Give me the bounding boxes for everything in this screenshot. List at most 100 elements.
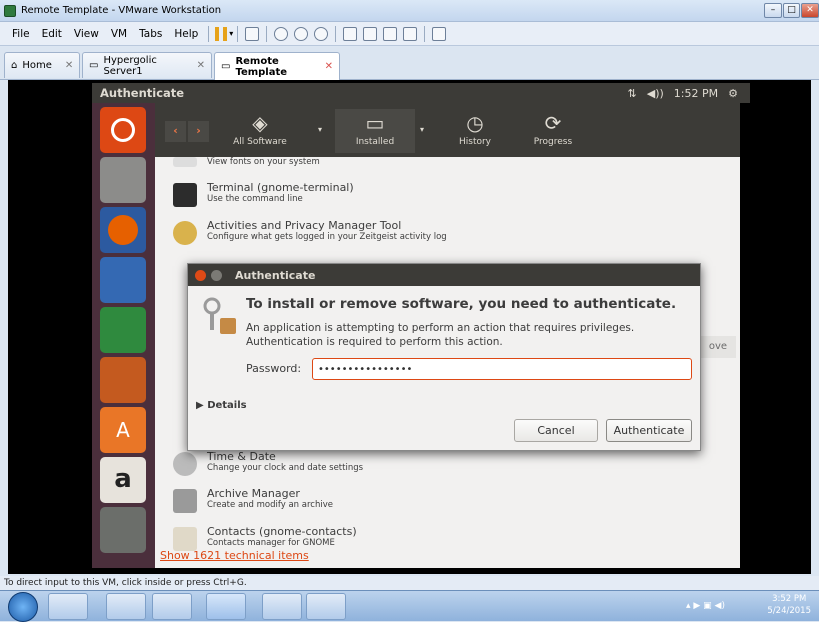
system-settings-icon[interactable]: [100, 507, 146, 553]
package-icon: ◈: [252, 111, 268, 135]
pause-icon[interactable]: [215, 26, 228, 41]
remove-button[interactable]: ove: [700, 336, 736, 358]
menu-tabs[interactable]: Tabs: [133, 28, 168, 40]
taskbar-clock[interactable]: 3:52 PM 5/24/2015: [767, 593, 811, 617]
toolbar-separator: [266, 25, 268, 42]
minimize-button[interactable]: –: [764, 3, 782, 18]
app-name: Activities and Privacy Manager Tool: [207, 219, 402, 232]
details-expander[interactable]: ▶ Details: [196, 400, 247, 411]
chevron-down-icon[interactable]: ▾: [315, 103, 325, 157]
tab-label: Hypergolic Server1: [103, 54, 157, 77]
close-icon[interactable]: ✕: [325, 61, 333, 72]
revert-snapshot-icon[interactable]: [294, 26, 309, 41]
window-title: Remote Template - VMware Workstation: [21, 5, 222, 16]
privacy-icon: [173, 221, 197, 245]
paint-icon[interactable]: [306, 593, 346, 620]
unity-icon[interactable]: [403, 26, 418, 41]
cancel-button[interactable]: Cancel: [514, 419, 598, 442]
button-label: All Software: [233, 137, 287, 147]
status-text: To direct input to this VM, click inside…: [4, 578, 247, 588]
send-ctrl-alt-del-icon[interactable]: [245, 26, 260, 41]
tab-remote-template[interactable]: ▭ Remote Template ✕: [214, 52, 340, 80]
authenticate-button[interactable]: Authenticate: [606, 419, 692, 442]
forward-icon[interactable]: ›: [188, 121, 209, 142]
close-icon[interactable]: ✕: [65, 60, 73, 71]
close-icon[interactable]: ✕: [197, 60, 205, 71]
panel-clock[interactable]: 1:52 PM: [674, 87, 718, 100]
console-view-icon[interactable]: [363, 26, 378, 41]
clock-date: 5/24/2015: [767, 606, 811, 616]
volume-icon[interactable]: ◀)): [647, 87, 664, 100]
maximize-button[interactable]: □: [783, 3, 800, 18]
back-icon[interactable]: ‹: [165, 121, 186, 142]
monitor-icon: ▭: [365, 111, 385, 135]
menu-help[interactable]: Help: [168, 28, 204, 40]
libreoffice-impress-icon[interactable]: [100, 357, 146, 403]
toolbar-separator: [237, 25, 239, 42]
unity-launcher: A a: [92, 103, 155, 568]
dialog-message-line: An application is attempting to perform …: [246, 322, 635, 334]
details-label: Details: [207, 400, 247, 411]
menu-vm[interactable]: VM: [105, 28, 133, 40]
show-technical-items-link[interactable]: Show 1621 technical items: [160, 549, 309, 562]
chevron-down-icon[interactable]: ▾: [229, 29, 233, 38]
library-icon[interactable]: [343, 26, 358, 41]
close-button[interactable]: ✕: [801, 3, 819, 18]
outlook-icon[interactable]: [152, 593, 192, 620]
dash-home-icon[interactable]: [100, 107, 146, 153]
menu-view[interactable]: View: [68, 28, 105, 40]
start-button[interactable]: [8, 592, 38, 622]
app-name: Archive Manager: [207, 487, 300, 500]
gear-icon[interactable]: ⚙: [728, 87, 738, 100]
archive-icon: [173, 489, 197, 513]
snapshot-icon[interactable]: [274, 26, 289, 41]
menubar: File Edit View VM Tabs Help ▾: [0, 22, 819, 46]
list-item[interactable]: View fonts on your system: [173, 157, 320, 167]
toolbar-separator: [424, 25, 426, 42]
acrobat-icon[interactable]: [262, 593, 302, 620]
dialog-message: An application is attempting to perform …: [246, 321, 666, 349]
libreoffice-writer-icon[interactable]: [100, 257, 146, 303]
dialog-message-line: Authentication is required to perform th…: [246, 336, 503, 348]
list-item[interactable]: Time & Date Change your clock and date se…: [173, 450, 363, 476]
dialog-heading: To install or remove software, you need …: [246, 296, 677, 312]
app-description: Use the command line: [207, 194, 303, 204]
progress-button[interactable]: ⟳ Progress: [518, 109, 588, 147]
toolbar-separator: [208, 25, 210, 42]
tab-hypergolic-server1[interactable]: ▭ Hypergolic Server1 ✕: [82, 52, 212, 78]
app-name: Time & Date: [207, 450, 276, 463]
snapshot-manager-icon[interactable]: [314, 26, 329, 41]
chevron-down-icon[interactable]: ▾: [417, 103, 427, 157]
home-icon: ⌂: [11, 60, 18, 71]
panel-indicators: ⇅ ◀)) 1:52 PM ⚙: [628, 87, 738, 100]
terminal-icon: [173, 183, 197, 207]
internet-explorer-icon[interactable]: [48, 593, 88, 620]
list-item[interactable]: Activities and Privacy Manager Tool Confi…: [173, 219, 447, 245]
close-icon[interactable]: [195, 269, 206, 281]
vmware-workstation-icon[interactable]: [206, 593, 246, 620]
minimize-icon[interactable]: [211, 269, 222, 281]
file-explorer-icon[interactable]: [106, 593, 146, 620]
full-screen-icon[interactable]: [383, 26, 398, 41]
firefox-icon[interactable]: [100, 207, 146, 253]
thumbnail-view-icon[interactable]: [432, 26, 447, 41]
tray-icons[interactable]: ▴ ▶ ▣ ◀): [686, 601, 725, 611]
all-software-button[interactable]: ◈ All Software: [225, 109, 295, 147]
tab-bar: ⌂ Home ✕ ▭ Hypergolic Server1 ✕ ▭ Remote…: [0, 47, 819, 80]
toolbar-separator: [335, 25, 337, 42]
files-icon[interactable]: [100, 157, 146, 203]
menu-file[interactable]: File: [6, 28, 36, 40]
history-button[interactable]: ◷ History: [440, 109, 510, 147]
list-item[interactable]: Terminal (gnome-terminal) Use the command…: [173, 181, 354, 207]
amazon-icon[interactable]: a: [100, 457, 146, 503]
tab-home[interactable]: ⌂ Home ✕: [4, 52, 80, 78]
password-field[interactable]: [312, 358, 692, 380]
list-item[interactable]: Contacts (gnome-contacts) Contacts manage…: [173, 525, 357, 551]
network-icon[interactable]: ⇅: [628, 87, 637, 100]
installed-button[interactable]: ▭ Installed: [335, 109, 415, 153]
menu-edit[interactable]: Edit: [36, 28, 68, 40]
list-item[interactable]: Archive Manager Create and modify an arch…: [173, 487, 333, 513]
software-center-icon[interactable]: A: [100, 407, 146, 453]
libreoffice-calc-icon[interactable]: [100, 307, 146, 353]
app-description: Contacts manager for GNOME: [207, 538, 335, 548]
